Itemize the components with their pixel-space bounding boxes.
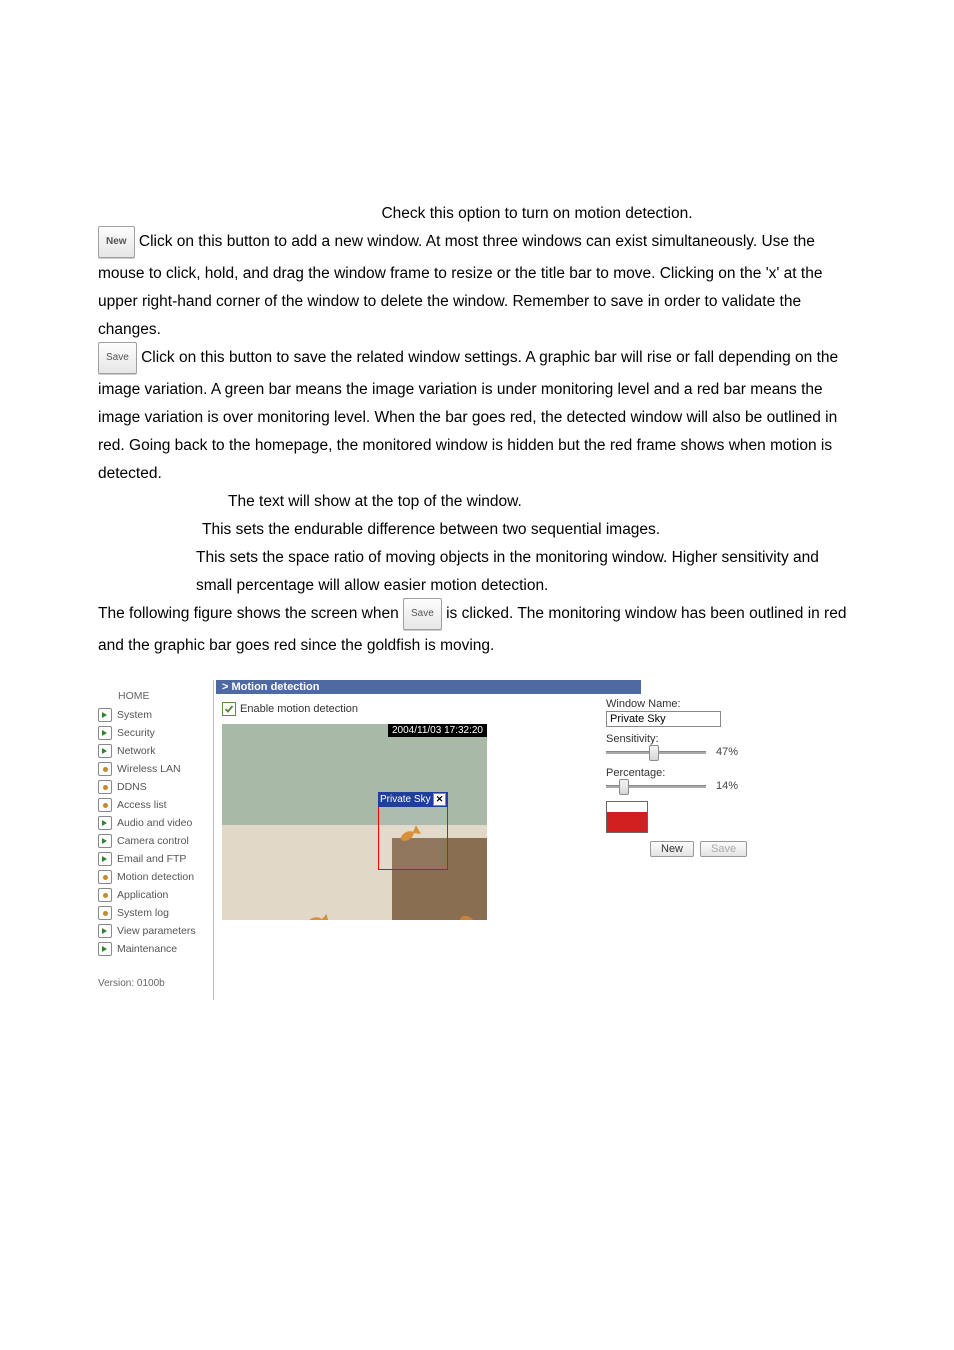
sidebar-item-label: Security	[117, 727, 155, 739]
enable-motion-row: Enable motion detection	[216, 694, 641, 724]
sidebar-item-label: Camera control	[117, 835, 189, 847]
enable-motion-label: Enable motion detection	[240, 703, 358, 715]
motion-meter	[606, 801, 648, 833]
sidebar-item-system[interactable]: System	[96, 706, 211, 724]
sidebar-item-label: Application	[117, 889, 168, 901]
nav-divider	[213, 680, 214, 1000]
sidebar-nav: HOME System Security Network Wireless LAN DD…	[96, 680, 211, 989]
sidebar-item-label: Email and FTP	[117, 853, 186, 865]
save-button-inline-2[interactable]: Save	[403, 598, 442, 630]
region-titlebar[interactable]: Private Sky ✕	[378, 792, 448, 807]
sidebar-item-label: DDNS	[117, 781, 147, 793]
sidebar-item-label: Audio and video	[117, 817, 192, 829]
save-settings-button[interactable]: Save	[700, 841, 747, 857]
video-preview: 2004/11/03 17:32:20 Private Sky ✕	[222, 724, 487, 920]
arrow-right-icon	[98, 834, 112, 848]
document-body: Check this option to turn on motion dete…	[98, 200, 856, 660]
sidebar-item-label: View parameters	[117, 925, 196, 937]
percentage-slider[interactable]	[606, 779, 706, 793]
arrow-right-icon	[98, 726, 112, 740]
save-button-desc: Click on this button to save the related…	[98, 349, 838, 482]
sidebar-item-ddns[interactable]: DDNS	[96, 778, 211, 796]
sensitivity-slider[interactable]	[606, 745, 706, 759]
sensitivity-desc: This sets the endurable difference betwe…	[98, 516, 856, 544]
window-name-label: Window Name:	[606, 698, 756, 710]
arrow-right-icon	[98, 708, 112, 722]
sensitivity-value: 47%	[716, 746, 738, 758]
percentage-desc: This sets the space ratio of moving obje…	[98, 544, 856, 600]
dot-icon	[98, 888, 112, 902]
sidebar-item-label: Access list	[117, 799, 167, 811]
following-pre: The following figure shows the screen wh…	[98, 605, 403, 622]
following-figure-paragraph: The following figure shows the screen wh…	[98, 600, 856, 660]
sidebar-item-system-log[interactable]: System log	[96, 904, 211, 922]
controls-panel: Window Name: Sensitivity: 47% Percentage…	[606, 698, 756, 857]
arrow-right-icon	[98, 924, 112, 938]
new-button-inline[interactable]: New	[98, 226, 135, 258]
sidebar-item-view-parameters[interactable]: View parameters	[96, 922, 211, 940]
content-panel: > Motion detection Enable motion detecti…	[216, 680, 641, 920]
dot-icon	[98, 780, 112, 794]
window-name-desc: The text will show at the top of the win…	[98, 488, 856, 516]
new-window-button[interactable]: New	[650, 841, 694, 857]
panel-header: > Motion detection	[216, 680, 641, 694]
sidebar-item-label: Network	[117, 745, 156, 757]
window-name-input[interactable]	[606, 711, 721, 727]
sidebar-item-label: Maintenance	[117, 943, 177, 955]
sidebar-item-access-list[interactable]: Access list	[96, 796, 211, 814]
percentage-value: 14%	[716, 780, 738, 792]
sidebar-item-label: System log	[117, 907, 169, 919]
video-timestamp: 2004/11/03 17:32:20	[388, 724, 487, 737]
enable-option-desc: Check this option to turn on motion dete…	[98, 200, 856, 228]
save-button-paragraph: Save Click on this button to save the re…	[98, 344, 856, 488]
dot-icon	[98, 798, 112, 812]
new-button-paragraph: New Click on this button to add a new wi…	[98, 228, 856, 344]
new-button-desc: Click on this button to add a new window…	[98, 233, 822, 338]
sidebar-item-email-and-ftp[interactable]: Email and FTP	[96, 850, 211, 868]
sidebar-item-network[interactable]: Network	[96, 742, 211, 760]
dot-icon	[98, 906, 112, 920]
sidebar-item-maintenance[interactable]: Maintenance	[96, 940, 211, 958]
sidebar-item-camera-control[interactable]: Camera control	[96, 832, 211, 850]
sidebar-item-label: Motion detection	[117, 871, 194, 883]
region-title-text: Private Sky	[380, 794, 431, 805]
sidebar-item-wireless-lan[interactable]: Wireless LAN	[96, 760, 211, 778]
sidebar-item-security[interactable]: Security	[96, 724, 211, 742]
save-button-inline[interactable]: Save	[98, 342, 137, 374]
version-label: Version: 0100b	[96, 958, 211, 989]
sensitivity-label: Sensitivity:	[606, 733, 756, 745]
close-icon[interactable]: ✕	[433, 793, 446, 806]
sidebar-item-application[interactable]: Application	[96, 886, 211, 904]
sidebar-item-label: System	[117, 709, 152, 721]
arrow-right-icon	[98, 816, 112, 830]
motion-detection-figure: HOME System Security Network Wireless LAN DD…	[96, 680, 641, 1000]
sidebar-item-audio-and-video[interactable]: Audio and video	[96, 814, 211, 832]
enable-motion-checkbox[interactable]	[222, 702, 236, 716]
nav-home[interactable]: HOME	[96, 680, 211, 706]
percentage-label: Percentage:	[606, 767, 756, 779]
arrow-right-icon	[98, 942, 112, 956]
dot-icon	[98, 870, 112, 884]
arrow-right-icon	[98, 852, 112, 866]
sidebar-item-label: Wireless LAN	[117, 763, 181, 775]
arrow-right-icon	[98, 744, 112, 758]
dot-icon	[98, 762, 112, 776]
sidebar-item-motion-detection[interactable]: Motion detection	[96, 868, 211, 886]
